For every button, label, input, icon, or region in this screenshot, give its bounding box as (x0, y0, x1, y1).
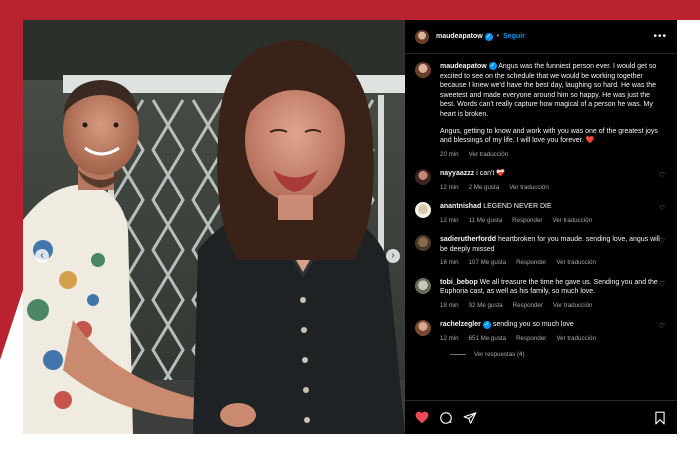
verified-badge-icon: ✓ (488, 62, 497, 71)
replies-line (450, 354, 466, 356)
comment-likes[interactable]: 107 Me gusta (469, 258, 507, 268)
comment-text: i can't ❤️‍🩹 (476, 170, 505, 178)
comment-avatar[interactable] (415, 277, 431, 294)
chevron-left-icon: ‹ (40, 250, 44, 261)
follow-button[interactable]: Seguir (503, 33, 525, 40)
comment-likes[interactable]: 11 Me gusta (469, 216, 503, 226)
author-avatar[interactable] (415, 29, 429, 44)
chevron-right-icon: › (391, 250, 395, 261)
comment-username[interactable]: tobi_bebop (440, 279, 478, 286)
post-header: maudeapatow ✓ • Seguir ••• (405, 20, 677, 54)
comment-time: 12 min (440, 334, 459, 342)
comment-reply-button[interactable]: Responder (513, 301, 543, 311)
bookmark-icon[interactable] (653, 411, 667, 425)
comment-reply-button[interactable]: Responder (512, 216, 542, 226)
comment-translate-link[interactable]: Ver traducción (556, 258, 596, 268)
view-replies-button[interactable]: Ver respuestas (4) (450, 351, 667, 358)
verified-badge-icon: ✓ (482, 320, 491, 329)
like-comment-heart-icon[interactable]: ♡ (659, 280, 665, 288)
comment-item: tobi_bebop We all treasure the time he g… (415, 277, 667, 311)
comment-avatar[interactable] (415, 202, 431, 219)
comment-username[interactable]: rachelzegler (440, 321, 481, 328)
like-comment-heart-icon[interactable]: ♡ (659, 322, 665, 330)
comment-item: nayyaazzz i can't ❤️‍🩹 12 min 2 Me gusta… (415, 169, 667, 192)
share-icon[interactable] (463, 411, 477, 425)
comment-translate-link[interactable]: Ver traducción (509, 183, 549, 193)
comment-item: sadierutherfordd heartbroken for you mau… (415, 235, 667, 268)
comment-time: 18 min (440, 301, 459, 309)
caption-paragraph-2: Angus, getting to know and work with you… (440, 127, 658, 145)
comment-username[interactable]: nayyaazzz (440, 170, 474, 177)
like-comment-heart-icon[interactable]: ♡ (659, 204, 665, 212)
comment-reply-button[interactable]: Responder (516, 334, 546, 344)
comment-likes[interactable]: 92 Me gusta (469, 301, 503, 311)
comment-translate-link[interactable]: Ver traducción (552, 216, 592, 226)
previous-photo-button[interactable]: ‹ (35, 249, 49, 263)
comment-text: LEGEND NEVER DIE (483, 203, 552, 211)
comment-likes[interactable]: 2 Me gusta (469, 183, 500, 193)
more-horizontal-icon[interactable]: ••• (653, 31, 667, 42)
comment-icon[interactable] (439, 411, 453, 425)
next-photo-button[interactable]: › (386, 249, 400, 263)
caption-translate-link[interactable]: Ver traducción (469, 150, 509, 160)
comment-reply-button[interactable]: Responder (516, 258, 546, 268)
comment-username[interactable]: anantnishad (440, 203, 481, 210)
caption: maudeapatow ✓ Angus was the funniest pers… (415, 62, 667, 159)
caption-avatar[interactable] (415, 62, 431, 78)
post-photo: ‹ › (23, 20, 405, 434)
comment-item: rachelzegler ✓ sending you so much love 1… (415, 320, 667, 343)
comment-item: anantnishad LEGEND NEVER DIE 12 min 11 M… (415, 202, 667, 225)
caption-time: 20 min (440, 150, 459, 158)
like-comment-heart-icon[interactable]: ♡ (659, 237, 665, 245)
view-replies-label: Ver respuestas (4) (474, 351, 525, 359)
post-actions-bar (405, 400, 677, 434)
verified-badge-icon: ✓ (484, 32, 493, 41)
post-side-panel: maudeapatow ✓ • Seguir ••• maudeapatow ✓ … (405, 20, 677, 434)
comments-list: maudeapatow ✓ Angus was the funniest pers… (405, 54, 677, 399)
instagram-post: ‹ › maudeapatow ✓ • Seguir ••• maudeapat… (23, 20, 677, 434)
comment-time: 12 min (440, 183, 459, 191)
comment-avatar[interactable] (415, 320, 431, 337)
comment-time: 16 min (440, 259, 459, 267)
photo-illustration (23, 20, 405, 434)
comment-text: sending you so much love (492, 321, 574, 329)
comment-username[interactable]: sadierutherfordd (440, 236, 496, 243)
header-separator: • (496, 33, 500, 40)
comment-avatar[interactable] (415, 169, 431, 186)
comment-avatar[interactable] (415, 235, 431, 252)
like-comment-heart-icon[interactable]: ♡ (659, 171, 665, 179)
author-username[interactable]: maudeapatow (436, 33, 483, 40)
comment-time: 12 min (440, 216, 459, 224)
comment-translate-link[interactable]: Ver traducción (556, 334, 596, 344)
heart-filled-icon[interactable] (415, 411, 429, 425)
comment-translate-link[interactable]: Ver traducción (553, 301, 593, 311)
caption-username[interactable]: maudeapatow (440, 63, 487, 70)
comment-likes[interactable]: 651 Me gusta (469, 334, 507, 344)
caption-paragraph-1: Angus was the funniest person ever. I wo… (440, 63, 657, 118)
